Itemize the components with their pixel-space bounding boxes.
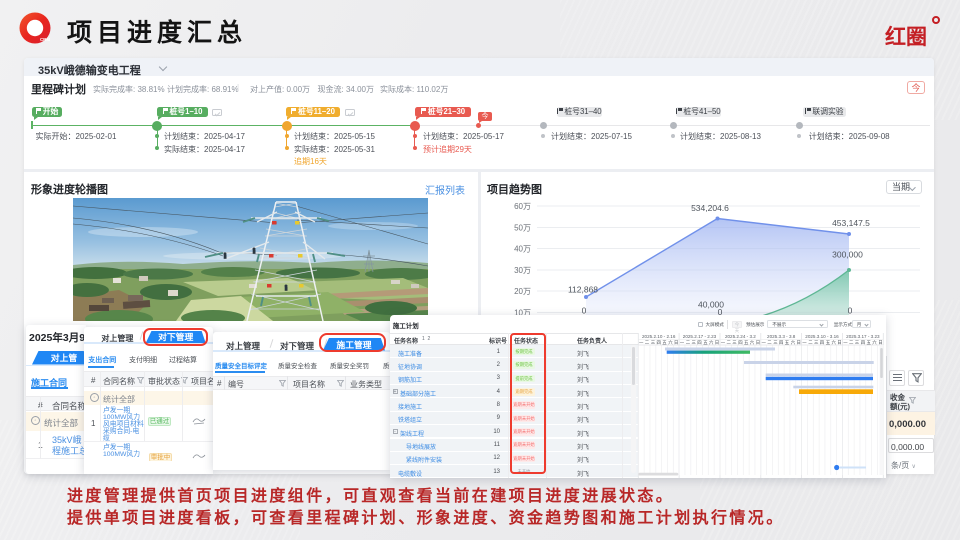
svg-text:453,147.5: 453,147.5 [832,218,870,228]
svg-text:三: 三 [773,340,778,345]
svg-text:一: 一 [802,340,807,345]
svg-text:二: 二 [808,340,813,345]
svg-text:四: 四 [779,340,783,345]
svg-text:300,000: 300,000 [832,250,863,260]
svg-text:三: 三 [732,340,737,345]
svg-text:20万: 20万 [514,287,531,296]
svg-text:2025.3.3 - 3.8: 2025.3.3 - 3.8 [767,334,796,339]
svg-text:五: 五 [744,340,749,345]
svg-text:112,868: 112,868 [568,285,598,295]
svg-text:四: 四 [697,340,701,345]
svg-text:二: 二 [645,340,650,345]
svg-text:二: 二 [767,340,772,345]
svg-text:一: 一 [721,340,726,345]
svg-text:五: 五 [785,340,790,345]
svg-text:2025.3.17 - 3.23: 2025.3.17 - 3.23 [846,334,880,339]
svg-text:40万: 40万 [514,245,531,254]
svg-text:二: 二 [726,340,731,345]
svg-text:五: 五 [826,340,831,345]
svg-text:2025.2.24 - 3.2: 2025.2.24 - 3.2 [725,334,756,339]
svg-text:二: 二 [849,340,854,345]
svg-text:五: 五 [662,340,667,345]
svg-text:四: 四 [820,340,824,345]
svg-text:三: 三 [651,340,656,345]
svg-text:五: 五 [703,340,708,345]
svg-text:一: 一 [761,340,766,345]
svg-text:四: 四 [656,340,660,345]
svg-text:50万: 50万 [514,224,531,233]
svg-text:一: 一 [639,340,644,345]
svg-text:四: 四 [738,340,742,345]
svg-text:534,204.6: 534,204.6 [691,203,729,213]
svg-text:0: 0 [848,306,853,316]
svg-text:三: 三 [691,340,696,345]
svg-text:三: 三 [814,340,819,345]
svg-text:三: 三 [855,340,860,345]
svg-text:2025.3.10 - 3.16: 2025.3.10 - 3.16 [805,334,839,339]
svg-text:30万: 30万 [514,266,531,275]
svg-text:一: 一 [843,340,848,345]
svg-text:CRM: CRM [40,37,50,42]
svg-text:2025.2.10 - 2.16: 2025.2.10 - 2.16 [642,334,676,339]
svg-text:五: 五 [866,340,871,345]
svg-text:一: 一 [680,340,685,345]
svg-text:2025.2.17 - 2.23: 2025.2.17 - 2.23 [683,334,717,339]
svg-text:四: 四 [861,340,865,345]
svg-text:二: 二 [686,340,691,345]
svg-text:0: 0 [582,306,587,316]
svg-text:60万: 60万 [514,202,531,211]
